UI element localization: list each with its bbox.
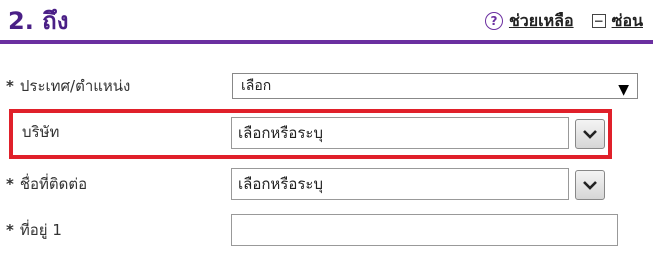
question-circle-icon[interactable]: ? bbox=[484, 12, 503, 30]
company-input[interactable]: เลือกหรือระบุ bbox=[231, 117, 569, 149]
required-marker: * bbox=[6, 77, 14, 95]
country-select-value: เลือก bbox=[241, 78, 272, 94]
collapse-box-icon[interactable]: − bbox=[591, 14, 606, 28]
help-link[interactable]: ช่วยเหลือ bbox=[509, 9, 574, 34]
address1-label-text: ที่อยู่ 1 bbox=[19, 221, 62, 239]
contact-label-text: ชื่อที่ติดต่อ bbox=[19, 175, 88, 193]
company-label: บริษัท bbox=[22, 123, 60, 141]
contact-input[interactable]: เลือกหรือระบุ bbox=[231, 168, 569, 200]
chevron-down-icon bbox=[583, 130, 597, 139]
hide-link[interactable]: ซ่อน bbox=[612, 9, 643, 34]
header-links: ? ช่วยเหลือ − ซ่อน bbox=[484, 8, 643, 34]
required-marker: * bbox=[6, 175, 14, 193]
address1-label: * ที่อยู่ 1 bbox=[6, 218, 62, 242]
company-dropdown-button[interactable] bbox=[575, 119, 605, 149]
required-marker: * bbox=[6, 221, 14, 239]
dropdown-arrow-icon[interactable]: ▼ bbox=[618, 78, 629, 102]
section-title: 2. ถึง bbox=[8, 7, 69, 35]
chevron-down-icon bbox=[583, 181, 597, 190]
country-label-text: ประเทศ/ตำแหน่ง bbox=[19, 77, 131, 95]
section-header: 2. ถึง ? ช่วยเหลือ − ซ่อน bbox=[0, 0, 653, 44]
address1-input[interactable] bbox=[231, 214, 618, 246]
contact-label: * ชื่อที่ติดต่อ bbox=[6, 172, 87, 196]
country-select[interactable]: เลือก ▼ bbox=[232, 73, 638, 99]
recipient-section: 2. ถึง ? ช่วยเหลือ − ซ่อน * ประเทศ/ตำแหน่… bbox=[0, 0, 653, 255]
contact-dropdown-button[interactable] bbox=[575, 170, 605, 200]
country-label: * ประเทศ/ตำแหน่ง bbox=[6, 74, 130, 98]
